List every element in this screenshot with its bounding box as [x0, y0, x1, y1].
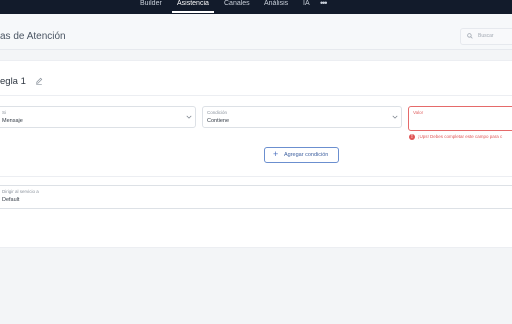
pencil-icon[interactable]	[35, 77, 43, 85]
valor-label: Valor	[413, 110, 424, 115]
search-icon	[467, 33, 473, 39]
service-input[interactable]	[0, 185, 512, 209]
chevron-down-icon	[186, 115, 192, 119]
error-message: ¡Ups! Debes completar este campo para c	[418, 134, 503, 139]
service-value: Default	[2, 197, 20, 203]
condicion-value: Contiene	[207, 118, 230, 124]
chevron-down-icon	[392, 115, 398, 119]
nav-tab-builder[interactable]: Builder	[140, 0, 162, 14]
page-title: as de Atención	[0, 31, 66, 42]
plus-icon: +	[273, 149, 279, 159]
condicion-select[interactable]	[202, 106, 402, 128]
si-select[interactable]	[0, 106, 196, 128]
page-header	[0, 14, 512, 50]
condicion-label: Condición	[207, 110, 228, 115]
section-divider	[0, 176, 512, 177]
card-divider	[0, 95, 512, 96]
add-condition-label: Agregar condición	[284, 152, 329, 158]
active-tab-indicator	[172, 11, 214, 13]
more-horizontal-icon[interactable]: •••	[320, 0, 328, 14]
top-navigation-bar	[0, 0, 512, 14]
service-label: Dirigir al servicio a	[2, 189, 39, 194]
si-label: Si	[2, 110, 7, 115]
rule-card	[0, 60, 512, 248]
nav-tab-ia[interactable]: IA	[303, 0, 310, 14]
si-value: Mensaje	[2, 118, 23, 124]
nav-tab-canales[interactable]: Canales	[224, 0, 250, 14]
error-icon: !	[409, 134, 415, 140]
search-placeholder: Buscar	[478, 33, 494, 39]
valor-input[interactable]	[408, 106, 512, 131]
rule-title: egla 1	[0, 76, 26, 87]
nav-tab-analisis[interactable]: Análisis	[264, 0, 288, 14]
